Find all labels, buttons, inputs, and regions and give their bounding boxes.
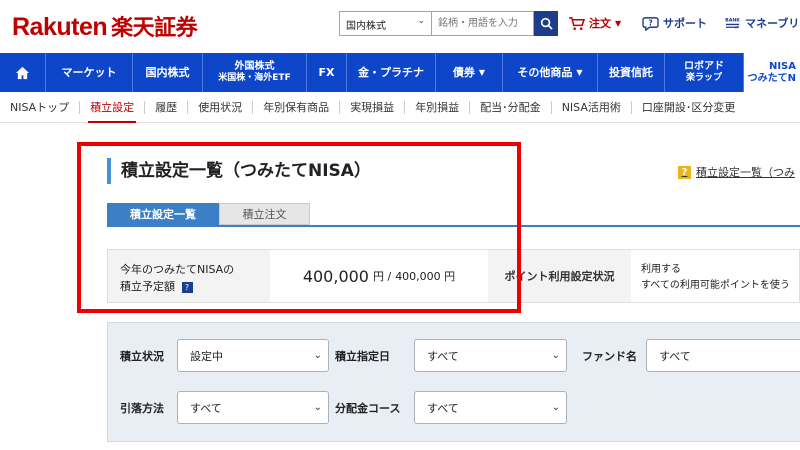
points-setting-value: 利用する すべての利用可能ポイントを使う — [631, 250, 799, 302]
subnav-usage-status[interactable]: 使用状況 — [188, 100, 254, 114]
nav-nisa-sub: つみたてN — [747, 72, 796, 84]
cart-icon — [569, 16, 585, 30]
status-filter-label: 積立状況 — [120, 350, 164, 363]
chevron-down-icon: ⌄ — [551, 350, 560, 361]
order-link-label: 注文 — [589, 17, 611, 30]
home-nav-button[interactable] — [0, 53, 46, 92]
chevron-down-icon: ⌄ — [551, 402, 560, 413]
points-setting-line1: 利用する — [641, 264, 681, 275]
distribution-filter-label: 分配金コース — [335, 402, 401, 415]
fund-filter-select[interactable]: すべて — [646, 339, 800, 372]
caret-down-icon: ▼ — [615, 18, 622, 28]
help-icon: ? — [678, 165, 691, 179]
money-bridge-link[interactable]: BANK マネーブリ — [724, 15, 799, 31]
withdraw-filter-value: すべて — [190, 401, 222, 415]
nav-robo-advisor-label: ロボアド — [684, 61, 724, 73]
subnav-history[interactable]: 履歴 — [145, 100, 189, 114]
logo-text-en: Rakuten — [12, 13, 108, 41]
nav-fx-label: FX — [318, 65, 335, 79]
nav-foreign-stocks-sub: 米国株・海外ETF — [218, 73, 291, 84]
help-link-label: 積立設定一覧（つみ — [696, 166, 795, 179]
money-bridge-label: マネーブリ — [745, 17, 800, 30]
subnav-nisa-tips[interactable]: NISA活用術 — [552, 100, 632, 114]
help-link[interactable]: ? 積立設定一覧（つみ — [678, 164, 795, 180]
subnav-yearly-holdings[interactable]: 年別保有商品 — [253, 100, 341, 114]
subnav-realized-pl[interactable]: 実現損益 — [340, 100, 406, 114]
support-chat-icon: ? — [642, 16, 659, 31]
svg-text:?: ? — [648, 18, 652, 27]
top-bar: Rakuten楽天証券 国内株式 ⌄ 注文 ▼ ? サポ — [0, 0, 800, 53]
nav-robo-advisor-sub: 楽ラップ — [685, 73, 722, 84]
day-filter-label: 積立指定日 — [335, 350, 390, 363]
withdraw-filter-select[interactable]: すべて ⌄ — [177, 391, 329, 424]
search-category-value: 国内株式 — [346, 21, 386, 32]
subnav-account-opening[interactable]: 口座開設･区分変更 — [632, 101, 746, 114]
support-link[interactable]: ? サポート — [642, 15, 707, 31]
logo-text-jp: 楽天証券 — [111, 15, 198, 40]
nav-bonds[interactable]: 債券 ▼ — [436, 53, 503, 92]
order-link[interactable]: 注文 ▼ — [568, 15, 621, 31]
withdraw-filter-label: 引落方法 — [120, 402, 164, 415]
nav-other-products[interactable]: その他商品 ▼ — [503, 53, 598, 92]
bank-icon: BANK — [725, 17, 740, 29]
nav-foreign-stocks[interactable]: 外国株式 米国株・海外ETF — [203, 53, 307, 92]
nav-foreign-stocks-label: 外国株式 — [234, 61, 275, 73]
svg-text:BANK: BANK — [725, 17, 740, 23]
nav-fx[interactable]: FX — [307, 53, 347, 92]
nav-market[interactable]: マーケット — [46, 53, 133, 92]
nav-mutual-funds-label: 投資信託 — [609, 65, 653, 79]
nav-domestic-stocks[interactable]: 国内株式 — [133, 53, 203, 92]
chevron-down-icon: ⌄ — [417, 16, 425, 26]
search-input[interactable] — [431, 11, 534, 36]
nav-other-products-label: その他商品 — [517, 65, 573, 79]
support-link-label: サポート — [663, 17, 707, 30]
nav-nisa[interactable]: NISA つみたてN — [744, 53, 800, 92]
page: Rakuten楽天証券 国内株式 ⌄ 注文 ▼ ? サポ — [0, 0, 800, 450]
search-category-select[interactable]: 国内株式 ⌄ — [339, 11, 431, 36]
points-setting-line2: すべての利用可能ポイントを使う — [641, 280, 790, 291]
nav-robo-advisor[interactable]: ロボアド 楽ラップ — [665, 53, 744, 92]
search-icon — [540, 17, 553, 30]
subnav-savings-settings[interactable]: 積立設定 — [80, 100, 146, 123]
sub-nav: NISAトップ 積立設定 履歴 使用状況 年別保有商品 実現損益 年別損益 配当… — [0, 92, 800, 123]
nav-nisa-label: NISA — [768, 60, 796, 72]
filter-panel: 積立状況 設定中 ⌄ 積立指定日 すべて ⌄ ファンド名 すべて 引落方法 すべ… — [107, 322, 800, 442]
day-filter-value: すべて — [427, 349, 459, 363]
nav-gold-platinum[interactable]: 金・プラチナ — [347, 53, 436, 92]
caret-down-icon: ▼ — [576, 67, 583, 77]
nav-bonds-label: 債券 — [452, 65, 475, 79]
rakuten-logo[interactable]: Rakuten 楽天証券 — [12, 10, 198, 42]
chevron-down-icon: ⌄ — [313, 350, 322, 361]
home-icon — [15, 66, 30, 79]
chevron-down-icon: ⌄ — [313, 402, 322, 413]
nav-mutual-funds[interactable]: 投資信託 — [598, 53, 665, 92]
status-filter-value: 設定中 — [190, 349, 223, 363]
fund-filter-value: すべて — [659, 349, 691, 363]
nav-market-label: マーケット — [61, 65, 117, 79]
distribution-filter-select[interactable]: すべて ⌄ — [414, 391, 567, 424]
nav-domestic-stocks-label: 国内株式 — [145, 65, 190, 79]
main-nav: マーケット 国内株式 外国株式 米国株・海外ETF FX 金・プラチナ 債券 ▼… — [0, 53, 800, 92]
day-filter-select[interactable]: すべて ⌄ — [414, 339, 567, 372]
search-button[interactable] — [534, 11, 558, 36]
subnav-yearly-pl[interactable]: 年別損益 — [405, 100, 471, 114]
subnav-dividends[interactable]: 配当･分配金 — [470, 100, 552, 114]
highlight-annotation-box — [77, 142, 521, 313]
subnav-nisa-top[interactable]: NISAトップ — [0, 100, 81, 114]
status-filter-select[interactable]: 設定中 ⌄ — [177, 339, 329, 372]
caret-down-icon: ▼ — [478, 67, 486, 77]
nav-gold-platinum-label: 金・プラチナ — [358, 65, 424, 79]
fund-filter-label: ファンド名 — [582, 350, 637, 363]
distribution-filter-value: すべて — [427, 401, 459, 415]
